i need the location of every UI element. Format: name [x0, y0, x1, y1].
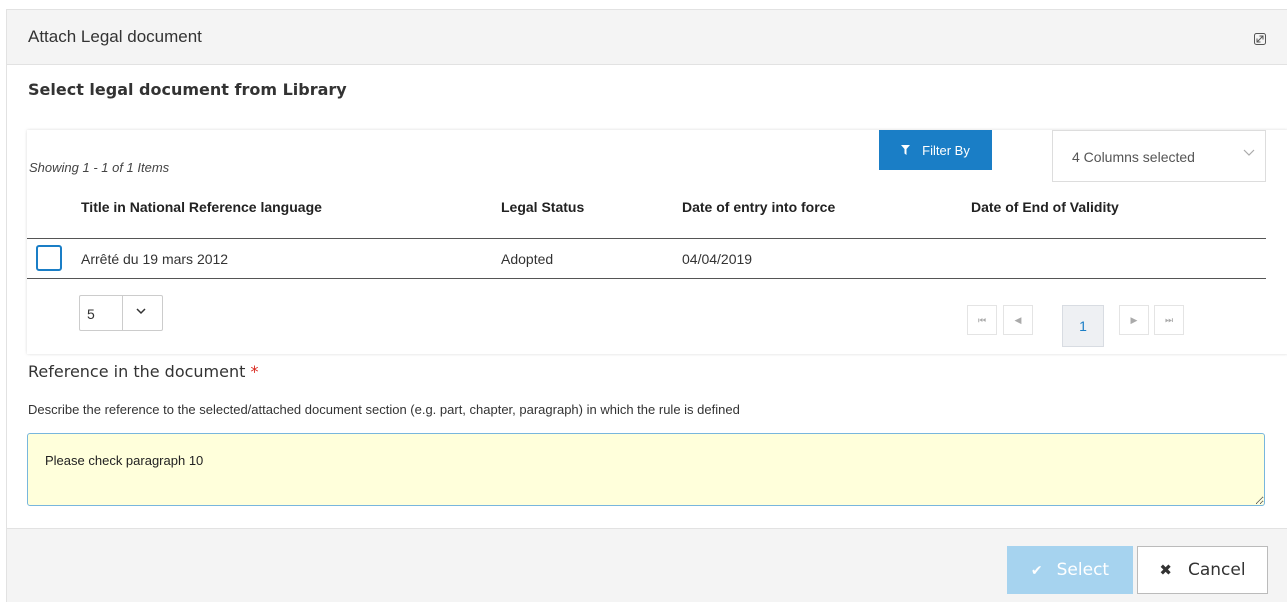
reference-textarea[interactable]: Please check paragraph 10: [27, 433, 1265, 506]
current-page-button[interactable]: 1: [1062, 305, 1104, 347]
chevron-down-icon: [1243, 145, 1255, 161]
reference-description: Describe the reference to the selected/a…: [28, 402, 740, 417]
first-page-icon: ⏮: [977, 315, 987, 325]
header-title[interactable]: Title in National Reference language: [81, 199, 322, 215]
row-divider: [27, 278, 1266, 279]
library-section-title: Select legal document from Library: [28, 80, 347, 99]
reference-title-label: Reference in the document: [28, 362, 246, 381]
showing-items-text: Showing 1 - 1 of 1 Items: [29, 160, 170, 175]
select-button[interactable]: ✔ Select: [1007, 546, 1133, 594]
legal-documents-grid: Showing 1 - 1 of 1 Items Filter By 4 Col…: [27, 130, 1287, 354]
required-marker: *: [250, 362, 259, 381]
next-page-button[interactable]: ▶: [1119, 305, 1149, 335]
dialog-title: Attach Legal document: [28, 27, 202, 46]
cell-entry-date: 04/04/2019: [682, 251, 753, 267]
cancel-button[interactable]: ✖ Cancel: [1137, 546, 1268, 594]
filter-icon: [901, 144, 911, 158]
select-label: Select: [1056, 560, 1110, 580]
columns-selected-label: 4 Columns selected: [1072, 149, 1195, 165]
cell-legal-status: Adopted: [501, 251, 554, 267]
last-page-button[interactable]: ⏭: [1154, 305, 1184, 335]
expand-icon[interactable]: [1254, 32, 1266, 45]
dialog-footer: ✔ Select ✖ Cancel: [7, 528, 1287, 602]
close-icon: ✖: [1159, 561, 1172, 579]
cell-title: Arrêté du 19 mars 2012: [81, 251, 229, 267]
last-page-icon: ⏭: [1164, 315, 1174, 325]
reference-title: Reference in the document *: [28, 362, 259, 381]
first-page-button[interactable]: ⏮: [967, 305, 997, 335]
filter-by-button[interactable]: Filter By: [879, 130, 992, 170]
attach-legal-document-dialog: Attach Legal document Select legal docum…: [6, 9, 1287, 602]
cancel-label: Cancel: [1187, 560, 1246, 580]
page-size-select[interactable]: 5: [79, 295, 163, 331]
page-size-value: 5: [87, 306, 95, 322]
chevron-down-icon: [135, 304, 147, 320]
check-icon: ✔: [1030, 563, 1043, 579]
dialog-header: Attach Legal document: [7, 10, 1287, 65]
header-legal-status[interactable]: Legal Status: [501, 199, 584, 215]
next-page-icon: ▶: [1130, 315, 1138, 325]
page-size-divider: [122, 296, 123, 330]
header-entry-date[interactable]: Date of entry into force: [682, 199, 835, 215]
header-end-date[interactable]: Date of End of Validity: [971, 199, 1119, 215]
filter-by-label: Filter By: [922, 142, 970, 158]
header-divider: [27, 238, 1266, 239]
previous-page-icon: ◀: [1014, 315, 1022, 325]
previous-page-button[interactable]: ◀: [1003, 305, 1033, 335]
columns-selector[interactable]: 4 Columns selected: [1052, 130, 1266, 182]
row-checkbox[interactable]: [36, 245, 62, 271]
